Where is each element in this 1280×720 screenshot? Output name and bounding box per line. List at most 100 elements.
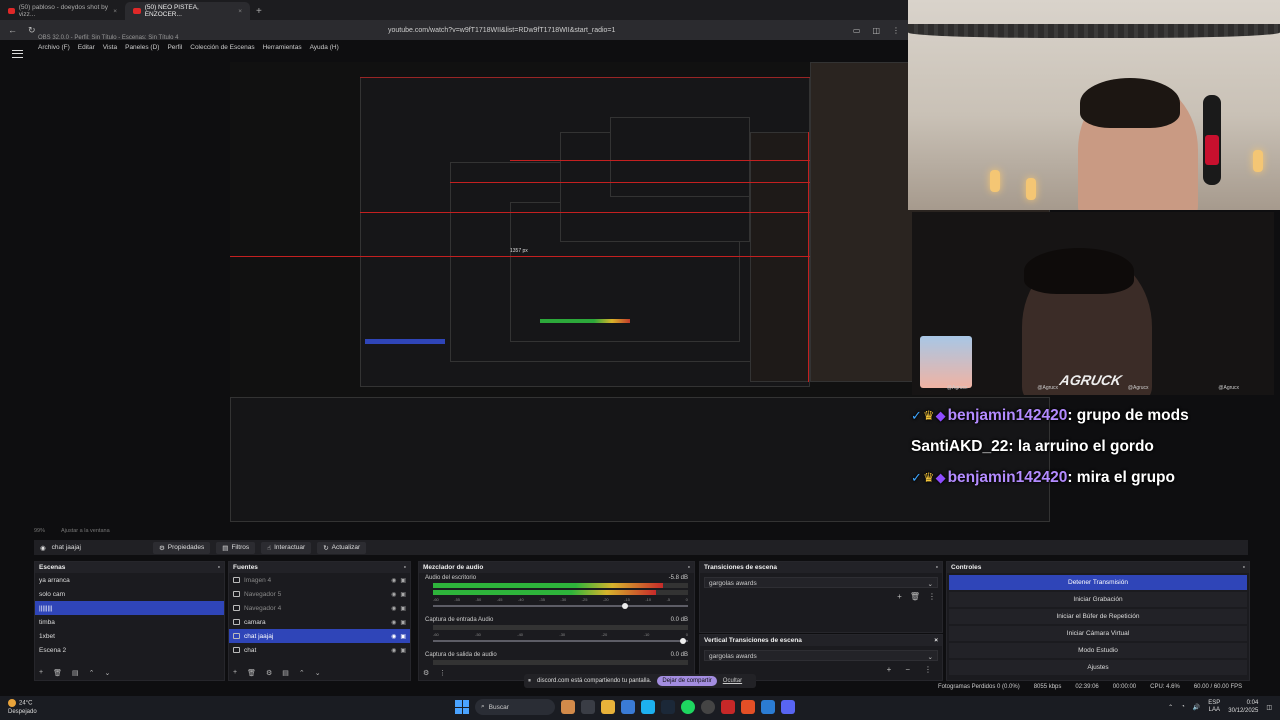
stop-sharing-button[interactable]: Dejar de compartir <box>657 676 717 686</box>
up-icon[interactable]: ⌃ <box>89 669 95 677</box>
hide-share-bar-button[interactable]: Ocultar <box>723 678 742 684</box>
gear-icon[interactable]: ⚙ <box>423 669 429 677</box>
menu-editar[interactable]: Editar <box>78 44 95 56</box>
edge-icon[interactable] <box>641 700 655 714</box>
start-recording-button[interactable]: Iniciar Grabación <box>949 592 1247 607</box>
filters-button[interactable]: ▤ Filtros <box>216 541 256 554</box>
language-indicator[interactable]: ESP LAA <box>1208 700 1220 714</box>
back-icon[interactable]: ← <box>8 25 18 35</box>
eye-icon[interactable]: ◉ <box>391 577 396 584</box>
url-field[interactable]: youtube.com/watch?v=w9fT1718WII&list=RDw… <box>388 27 615 34</box>
lock-icon[interactable]: ▣ <box>400 633 406 640</box>
spotify-icon[interactable] <box>681 700 695 714</box>
volume-slider[interactable] <box>433 603 688 609</box>
taskbar-search[interactable]: ⌕ Buscar <box>475 699 555 715</box>
eye-icon[interactable]: ◉ <box>391 605 396 612</box>
volume-slider[interactable] <box>433 638 688 644</box>
volume-icon[interactable]: 🔊 <box>1193 704 1200 711</box>
virtual-camera-button[interactable]: Iniciar Cámara Virtual <box>949 626 1247 641</box>
add-icon[interactable]: + <box>887 665 892 674</box>
lock-icon[interactable]: ▣ <box>400 591 406 598</box>
taskbar-clock[interactable]: 0:04 30/12/2025 <box>1228 699 1258 715</box>
vertical-transition-select[interactable]: gargolas awards ⌄ <box>704 650 938 661</box>
add-icon[interactable]: + <box>233 669 237 677</box>
dock-undock-icon[interactable]: ▫ <box>688 564 690 571</box>
dock-undock-icon[interactable]: ▫ <box>1243 564 1245 571</box>
eye-icon[interactable]: ◉ <box>391 633 396 640</box>
down-icon[interactable]: ⌄ <box>315 669 321 677</box>
filter-icon[interactable]: ▤ <box>282 669 289 677</box>
reload-icon[interactable]: ↻ <box>28 25 38 36</box>
file-explorer-icon[interactable] <box>601 700 615 714</box>
menu-coleccion[interactable]: Colección de Escenas <box>190 44 254 56</box>
cast-icon[interactable]: ▭ <box>853 26 861 35</box>
vscode-icon[interactable] <box>761 700 775 714</box>
store-icon[interactable] <box>621 700 635 714</box>
stop-stream-button[interactable]: Detener Transmisión <box>949 575 1247 590</box>
filter-icon[interactable]: ▤ <box>72 669 79 677</box>
chevron-up-icon[interactable]: ⌃ <box>1168 704 1173 711</box>
app-icon[interactable] <box>721 700 735 714</box>
scene-item-selected[interactable]: |||||||| <box>35 601 224 615</box>
fit-window[interactable]: Ajustar a la ventana <box>61 528 110 534</box>
studio-mode-button[interactable]: Modo Estudio <box>949 643 1247 658</box>
menu-archivo[interactable]: Archivo (F) <box>38 44 70 56</box>
up-icon[interactable]: ⌃ <box>299 669 305 677</box>
scene-item[interactable]: Escena 2 <box>35 643 224 657</box>
network-icon[interactable]: ◔ <box>1181 704 1185 710</box>
extensions-icon[interactable]: ◫ <box>872 26 880 35</box>
windows-start-icon[interactable] <box>455 700 469 714</box>
dock-undock-icon[interactable]: ▫ <box>218 564 220 571</box>
hamburger-menu-icon[interactable] <box>12 50 23 58</box>
menu-icon[interactable]: ⋮ <box>892 26 900 35</box>
steam-icon[interactable] <box>661 700 675 714</box>
eye-icon[interactable]: ◉ <box>391 647 396 654</box>
menu-vista[interactable]: Vista <box>103 44 117 56</box>
zoom-level[interactable]: 99% <box>34 528 45 534</box>
browser-tab-2[interactable]: (50) NEO PISTEA, ENZOCER... × <box>125 2 250 20</box>
obs-icon[interactable] <box>701 700 715 714</box>
menu-icon[interactable]: ⋮ <box>928 592 936 601</box>
lock-icon[interactable]: ▣ <box>400 577 406 584</box>
task-view-icon[interactable] <box>581 700 595 714</box>
close-icon[interactable]: × <box>934 637 938 644</box>
source-item-selected[interactable]: chat jaajaj ◉ ▣ <box>229 629 410 643</box>
trash-icon[interactable]: 🗑 <box>247 669 256 677</box>
refresh-button[interactable]: ↻ Actualizar <box>317 541 367 554</box>
scene-item[interactable]: timba <box>35 615 224 629</box>
gear-icon[interactable]: ⚙ <box>266 669 272 677</box>
properties-button[interactable]: ⚙ Propiedades <box>152 541 211 554</box>
menu-icon[interactable]: ⋮ <box>439 669 446 677</box>
menu-icon[interactable]: ⋮ <box>924 665 932 674</box>
menu-herramientas[interactable]: Herramientas <box>263 44 302 56</box>
close-icon[interactable]: × <box>238 8 242 15</box>
eye-icon[interactable]: ◉ <box>391 591 396 598</box>
down-icon[interactable]: ⌄ <box>104 669 110 677</box>
replay-buffer-button[interactable]: Iniciar el Búfer de Repetición <box>949 609 1247 624</box>
minus-icon[interactable]: − <box>905 665 910 674</box>
lock-icon[interactable]: ▣ <box>400 647 406 654</box>
scene-item[interactable]: 1xbet <box>35 629 224 643</box>
menu-perfil[interactable]: Perfil <box>167 44 182 56</box>
source-item[interactable]: Navegador 4 ◉ ▣ <box>229 601 410 615</box>
source-item[interactable]: Navegador 5 ◉ ▣ <box>229 587 410 601</box>
dock-undock-icon[interactable]: ▫ <box>936 564 938 571</box>
eye-icon[interactable]: ◉ <box>391 619 396 626</box>
brave-icon[interactable] <box>741 700 755 714</box>
slider-knob[interactable] <box>680 638 687 644</box>
notification-icon[interactable]: ◫ <box>1266 704 1272 711</box>
close-icon[interactable]: × <box>113 8 117 15</box>
browser-tab-1[interactable]: (50) pabloso - doeydos shot by vizz... × <box>0 2 125 20</box>
transition-select[interactable]: gargolas awards ⌄ <box>704 577 938 588</box>
menu-paneles[interactable]: Paneles (D) <box>125 44 159 56</box>
new-tab-button[interactable]: + <box>250 2 268 20</box>
trash-icon[interactable]: 🗑 <box>53 669 62 677</box>
source-item[interactable]: Imagen 4 ◉ ▣ <box>229 573 410 587</box>
scene-item[interactable]: ya arranca <box>35 573 224 587</box>
weather-widget[interactable]: 24°C Despejado <box>8 699 37 716</box>
source-item[interactable]: camara ◉ ▣ <box>229 615 410 629</box>
menu-ayuda[interactable]: Ayuda (H) <box>310 44 339 56</box>
settings-button[interactable]: Ajustes <box>949 660 1247 675</box>
source-item[interactable]: chat ◉ ▣ <box>229 643 410 657</box>
widget-icon[interactable] <box>561 700 575 714</box>
